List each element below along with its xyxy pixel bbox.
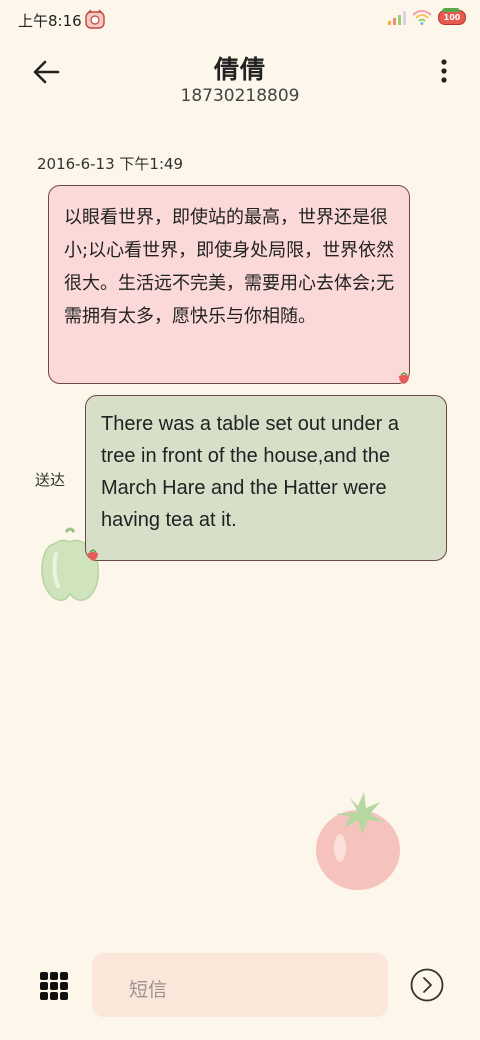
composer-bar: 短信 <box>0 948 480 1028</box>
sms-input-placeholder: 短信 <box>129 979 168 1001</box>
grid-icon[interactable] <box>40 972 68 1000</box>
incoming-message-bubble[interactable]: 以眼看世界，即使站的最高，世界还是很小;以心看世界，即使身处局限，世界依然很大。… <box>48 185 410 384</box>
wifi-icon <box>412 10 432 25</box>
status-time: 上午8:16 <box>18 12 82 30</box>
app-notification-icon <box>85 9 105 29</box>
message-text: 以眼看世界，即使站的最高，世界还是很小;以心看世界，即使身处局限，世界依然很大。… <box>64 207 395 327</box>
sms-input[interactable]: 短信 <box>92 953 388 1017</box>
more-vertical-icon[interactable] <box>436 54 452 90</box>
contact-name: 倩倩 <box>213 55 266 84</box>
conversation-header: 倩倩 18730218809 <box>0 44 480 114</box>
strawberry-icon <box>88 549 98 561</box>
status-indicators: 100 <box>388 8 466 25</box>
contact-number: 18730218809 <box>180 86 300 106</box>
tomato-decoration-icon <box>316 792 400 890</box>
message-timestamp: 2016-6-13 下午1:49 <box>37 155 184 173</box>
strawberry-icon <box>399 372 409 384</box>
signal-icon <box>388 10 406 25</box>
outgoing-message-bubble[interactable]: There was a table set out under a tree i… <box>85 395 447 561</box>
status-bar: 上午8:16 100 <box>0 0 480 40</box>
delivery-status: 送达 <box>35 471 66 489</box>
message-text: There was a table set out under a tree i… <box>101 413 399 531</box>
battery-indicator: 100 <box>438 8 466 25</box>
send-circle-icon[interactable] <box>410 968 444 1002</box>
